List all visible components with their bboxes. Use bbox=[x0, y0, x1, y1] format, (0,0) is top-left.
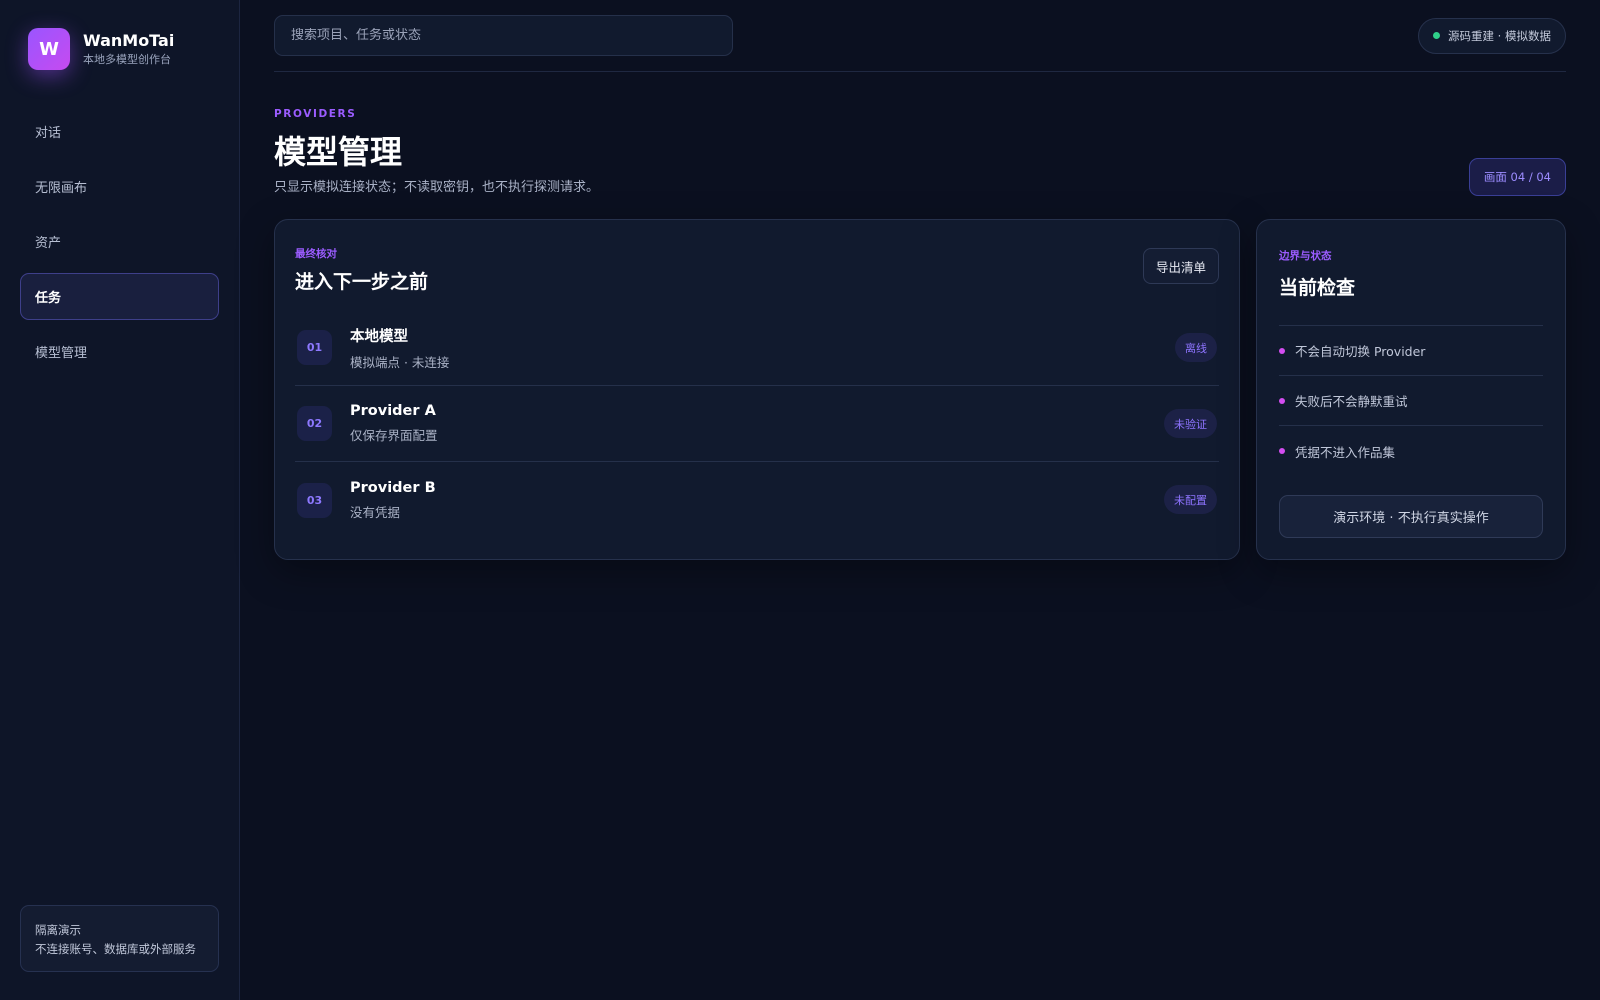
topbar-divider bbox=[274, 71, 1566, 72]
current-check-eyebrow: 边界与状态 bbox=[1279, 250, 1332, 262]
sidebar-item-assets[interactable]: 资产 bbox=[20, 218, 219, 265]
main-content: 源码重建 · 模拟数据 PROVIDERS 模型管理 只显示模拟连接状态；不读取… bbox=[240, 0, 1600, 1000]
brand-text: WanMoTai 本地多模型创作台 bbox=[83, 31, 174, 68]
status-badge: 未配置 bbox=[1164, 485, 1217, 514]
row-title: Provider A bbox=[350, 403, 436, 419]
row-number: 01 bbox=[297, 330, 332, 365]
isolation-note-title: 隔离演示 bbox=[35, 923, 81, 937]
brand-title: WanMoTai bbox=[83, 30, 175, 50]
check-item-label: 凭据不进入作品集 bbox=[1295, 444, 1396, 460]
search-input[interactable] bbox=[291, 28, 732, 43]
isolation-note: 隔离演示 不连接账号、数据库或外部服务 bbox=[20, 905, 219, 972]
row-subtitle: 仅保存界面配置 bbox=[350, 428, 438, 443]
check-item-label: 失败后不会静默重试 bbox=[1295, 394, 1408, 409]
provider-list: 01 本地模型 模拟端点 · 未连接 离线 02 Provider A 仅保存界… bbox=[295, 310, 1219, 538]
sidebar-item-chat[interactable]: 对话 bbox=[20, 108, 219, 155]
sidebar-item-tasks[interactable]: 任务 bbox=[20, 273, 219, 320]
sidebar-nav: 对话 无限画布 资产 任务 模型管理 bbox=[20, 108, 219, 375]
row-text: 本地模型 模拟端点 · 未连接 bbox=[350, 325, 449, 371]
page-indicator: 画面 04 / 04 bbox=[1468, 158, 1566, 196]
row-title: 本地模型 bbox=[350, 328, 408, 345]
provider-row-b[interactable]: 03 Provider B 没有凭据 未配置 bbox=[295, 462, 1219, 538]
row-subtitle: 模拟端点 · 未连接 bbox=[350, 354, 450, 370]
export-list-button[interactable]: 导出清单 bbox=[1142, 248, 1219, 284]
brand-logo: W bbox=[28, 28, 70, 70]
status-dot-icon bbox=[1433, 32, 1441, 39]
current-check-card: 边界与状态 当前检查 不会自动切换 Provider 失败后不会静默重试 凭据不… bbox=[1256, 219, 1566, 560]
sidebar-item-canvas[interactable]: 无限画布 bbox=[20, 163, 219, 210]
page-header: PROVIDERS 模型管理 只显示模拟连接状态；不读取密钥，也不执行探测请求。… bbox=[274, 108, 1566, 196]
provider-row-local[interactable]: 01 本地模型 模拟端点 · 未连接 离线 bbox=[295, 310, 1219, 386]
status-pill: 源码重建 · 模拟数据 bbox=[1418, 17, 1566, 54]
provider-row-a[interactable]: 02 Provider A 仅保存界面配置 未验证 bbox=[295, 386, 1219, 462]
app-window: W WanMoTai 本地多模型创作台 对话 无限画布 资产 任务 模型管理 隔… bbox=[0, 0, 1600, 1000]
status-badge: 未验证 bbox=[1164, 409, 1217, 438]
check-item: 失败后不会静默重试 bbox=[1279, 376, 1543, 426]
row-number: 03 bbox=[297, 482, 332, 518]
checklist-card: 最终核对 进入下一步之前 导出清单 01 本地模型 模拟端点 · 未连接 离线 … bbox=[274, 219, 1240, 560]
check-item: 不会自动切换 Provider bbox=[1279, 326, 1543, 376]
page-description: 只显示模拟连接状态；不读取密钥，也不执行探测请求。 bbox=[274, 180, 600, 195]
brand: W WanMoTai 本地多模型创作台 bbox=[28, 28, 219, 70]
page-eyebrow: PROVIDERS bbox=[274, 108, 357, 120]
search-box[interactable] bbox=[274, 15, 733, 56]
isolation-note-text: 不连接账号、数据库或外部服务 bbox=[35, 942, 196, 956]
current-check-title: 当前检查 bbox=[1279, 277, 1356, 299]
bullet-icon bbox=[1279, 347, 1285, 354]
row-text: Provider B 没有凭据 bbox=[350, 480, 436, 521]
sidebar: W WanMoTai 本地多模型创作台 对话 无限画布 资产 任务 模型管理 隔… bbox=[0, 0, 240, 1000]
demo-environment-button[interactable]: 演示环境 · 不执行真实操作 bbox=[1279, 495, 1543, 538]
status-badge: 离线 bbox=[1175, 333, 1217, 362]
page-title: 模型管理 bbox=[274, 133, 403, 171]
checklist-title: 进入下一步之前 bbox=[295, 271, 429, 293]
checklist-eyebrow: 最终核对 bbox=[295, 248, 337, 260]
status-text: 源码重建 · 模拟数据 bbox=[1448, 28, 1551, 43]
row-text: Provider A 仅保存界面配置 bbox=[350, 403, 438, 444]
check-list: 不会自动切换 Provider 失败后不会静默重试 凭据不进入作品集 bbox=[1279, 325, 1543, 476]
row-subtitle: 没有凭据 bbox=[350, 504, 401, 520]
bullet-icon bbox=[1279, 397, 1285, 404]
sidebar-item-models[interactable]: 模型管理 bbox=[20, 328, 219, 375]
bullet-icon bbox=[1279, 448, 1285, 454]
row-number: 02 bbox=[297, 406, 332, 441]
card-area: 最终核对 进入下一步之前 导出清单 01 本地模型 模拟端点 · 未连接 离线 … bbox=[274, 219, 1566, 560]
check-item: 凭据不进入作品集 bbox=[1279, 426, 1543, 476]
topbar: 源码重建 · 模拟数据 bbox=[274, 15, 1566, 56]
check-item-label: 不会自动切换 Provider bbox=[1295, 344, 1426, 359]
row-title: Provider B bbox=[350, 479, 436, 496]
brand-subtitle: 本地多模型创作台 bbox=[83, 52, 171, 66]
